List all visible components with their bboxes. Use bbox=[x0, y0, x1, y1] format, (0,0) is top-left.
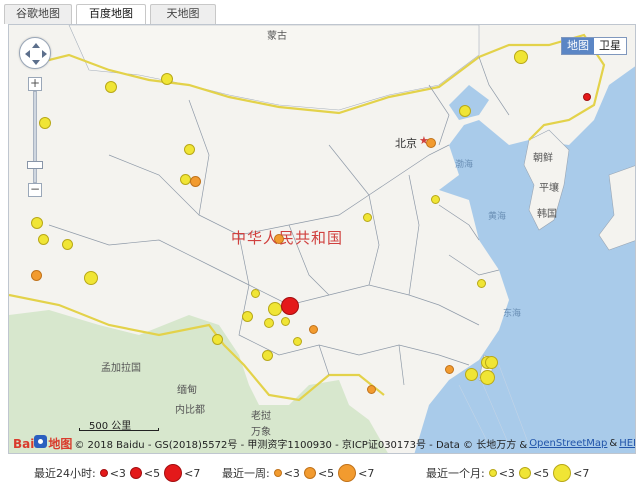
legend-month-lt5: <5 bbox=[532, 466, 550, 480]
earthquake-marker[interactable] bbox=[479, 369, 495, 385]
earthquake-marker[interactable] bbox=[39, 117, 51, 129]
pan-left-icon bbox=[25, 50, 30, 58]
legend-month-dot-large bbox=[553, 464, 572, 482]
earthquake-marker[interactable] bbox=[362, 212, 372, 222]
copyright-amp: & bbox=[609, 438, 618, 449]
zoom-slider-track[interactable] bbox=[33, 91, 37, 183]
map-type-switch: 地图 卫星 bbox=[561, 37, 627, 55]
legend-week-lt7: <7 bbox=[358, 466, 375, 480]
earthquake-marker[interactable] bbox=[183, 143, 195, 155]
legend-24h-lt5: <5 bbox=[143, 466, 161, 480]
earthquake-marker[interactable] bbox=[430, 194, 440, 204]
earthquake-marker[interactable] bbox=[268, 302, 282, 316]
earthquake-marker[interactable] bbox=[444, 364, 454, 374]
label-mongolia: 蒙古 bbox=[267, 31, 287, 42]
legend-24h-dot-small bbox=[99, 469, 108, 477]
earthquake-marker[interactable] bbox=[583, 93, 591, 101]
earthquake-marker[interactable] bbox=[366, 384, 376, 394]
legend-24h-lt7: <7 bbox=[184, 466, 201, 480]
baidu-paw-icon bbox=[34, 435, 48, 448]
baidu-logo[interactable]: Bai 地图 bbox=[13, 435, 72, 452]
earthquake-marker[interactable] bbox=[189, 175, 201, 187]
osm-link[interactable]: OpenStreetMap bbox=[529, 438, 607, 449]
legend-24h-dot-mid bbox=[129, 467, 142, 479]
earthquake-marker[interactable] bbox=[161, 73, 173, 85]
earthquake-marker[interactable] bbox=[30, 269, 42, 281]
label-huanghai: 黄海 bbox=[488, 212, 507, 222]
tab-tianditu-map[interactable]: 天地图 bbox=[150, 4, 216, 24]
here-link[interactable]: HERE bbox=[619, 438, 635, 449]
earthquake-marker[interactable] bbox=[105, 81, 117, 93]
tab-baidu-map[interactable]: 百度地图 bbox=[76, 4, 146, 25]
legend-week-lt5: <5 bbox=[317, 466, 335, 480]
copyright-bar: Bai 地图 © 2018 Baidu - GS(2018)5572号 - 甲测资… bbox=[13, 435, 635, 452]
earthquake-marker[interactable] bbox=[84, 271, 98, 285]
label-china: 中华人民共和国 bbox=[231, 229, 344, 247]
earthquake-marker[interactable] bbox=[281, 297, 299, 315]
map-canvas[interactable]: 蒙古 中华人民共和国 北京 ★ 渤海 黄海 东海 朝鲜 平壤 韩国 孟加拉国 缅… bbox=[8, 24, 636, 454]
earthquake-marker[interactable] bbox=[31, 217, 43, 229]
legend-week-dot-mid bbox=[303, 467, 316, 479]
earthquake-marker[interactable] bbox=[464, 367, 478, 381]
earthquake-marker[interactable] bbox=[484, 355, 498, 369]
earthquake-marker[interactable] bbox=[211, 333, 223, 345]
legend-24h-label: 最近24小时: bbox=[34, 467, 96, 480]
legend-week-label: 最近一周: bbox=[222, 467, 270, 480]
earthquake-marker[interactable] bbox=[514, 50, 528, 64]
legend-week: 最近一周: <3 <5 <7 bbox=[222, 464, 374, 482]
label-donghai: 东海 bbox=[503, 309, 522, 319]
earthquake-marker[interactable] bbox=[459, 105, 471, 117]
label-laos: 老挝 bbox=[251, 411, 271, 422]
zoom-out-button[interactable]: − bbox=[28, 183, 42, 197]
legend-week-dot-large bbox=[338, 464, 357, 482]
earthquake-marker[interactable] bbox=[241, 310, 253, 322]
scale-bar: 500 公里 bbox=[79, 417, 159, 432]
legend-24h-dot-large bbox=[164, 464, 183, 482]
zoom-slider-handle[interactable] bbox=[27, 161, 43, 169]
earthquake-marker[interactable] bbox=[476, 278, 486, 288]
pan-down-icon bbox=[32, 60, 40, 65]
earthquake-marker[interactable] bbox=[308, 324, 318, 334]
pan-control[interactable] bbox=[19, 37, 51, 69]
legend-month-label: 最近一个月: bbox=[426, 467, 485, 480]
map-type-map-button[interactable]: 地图 bbox=[562, 38, 594, 54]
earthquake-marker[interactable] bbox=[250, 288, 260, 298]
legend-month-dot-small bbox=[488, 469, 497, 477]
map-type-satellite-button[interactable]: 卫星 bbox=[594, 38, 626, 54]
pan-right-icon bbox=[42, 50, 47, 58]
legend-month-lt3: <3 bbox=[498, 466, 515, 480]
earthquake-marker[interactable] bbox=[61, 238, 73, 250]
label-naypyidaw: 内比都 bbox=[175, 405, 205, 416]
legend-month: 最近一个月: <3 <5 <7 bbox=[426, 464, 589, 482]
earthquake-marker[interactable] bbox=[37, 233, 49, 245]
earthquake-marker[interactable] bbox=[292, 336, 302, 346]
legend-month-dot-mid bbox=[518, 467, 531, 479]
legend-week-lt3: <3 bbox=[283, 466, 300, 480]
copyright-text: © 2018 Baidu - GS(2018)5572号 - 甲测资字11009… bbox=[74, 440, 528, 451]
earthquake-marker[interactable] bbox=[426, 138, 436, 148]
label-korea: 韩国 bbox=[537, 209, 557, 220]
earthquake-marker[interactable] bbox=[274, 234, 284, 244]
label-pyongyang: 平壤 bbox=[539, 183, 559, 194]
legend-24h: 最近24小时: <3 <5 <7 bbox=[34, 464, 200, 482]
label-bangladesh: 孟加拉国 bbox=[101, 363, 141, 374]
legend: 最近24小时: <3 <5 <7 最近一周: <3 <5 <7 最近一个月: <… bbox=[0, 460, 640, 484]
tab-google-map[interactable]: 谷歌地图 bbox=[4, 4, 72, 24]
label-beijing: 北京 bbox=[395, 137, 417, 150]
label-north-korea: 朝鲜 bbox=[533, 153, 553, 164]
pan-up-icon bbox=[32, 43, 40, 48]
earthquake-marker[interactable] bbox=[280, 316, 290, 326]
label-myanmar: 缅甸 bbox=[177, 385, 197, 396]
zoom-in-button[interactable]: + bbox=[28, 77, 42, 91]
label-bohai: 渤海 bbox=[455, 160, 474, 170]
earthquake-marker[interactable] bbox=[179, 173, 191, 185]
legend-month-lt7: <7 bbox=[573, 466, 590, 480]
legend-week-dot-small bbox=[273, 469, 282, 477]
earthquake-marker[interactable] bbox=[261, 349, 273, 361]
earthquake-marker[interactable] bbox=[264, 318, 274, 328]
legend-24h-lt3: <3 bbox=[109, 466, 126, 480]
scale-line bbox=[79, 428, 159, 431]
